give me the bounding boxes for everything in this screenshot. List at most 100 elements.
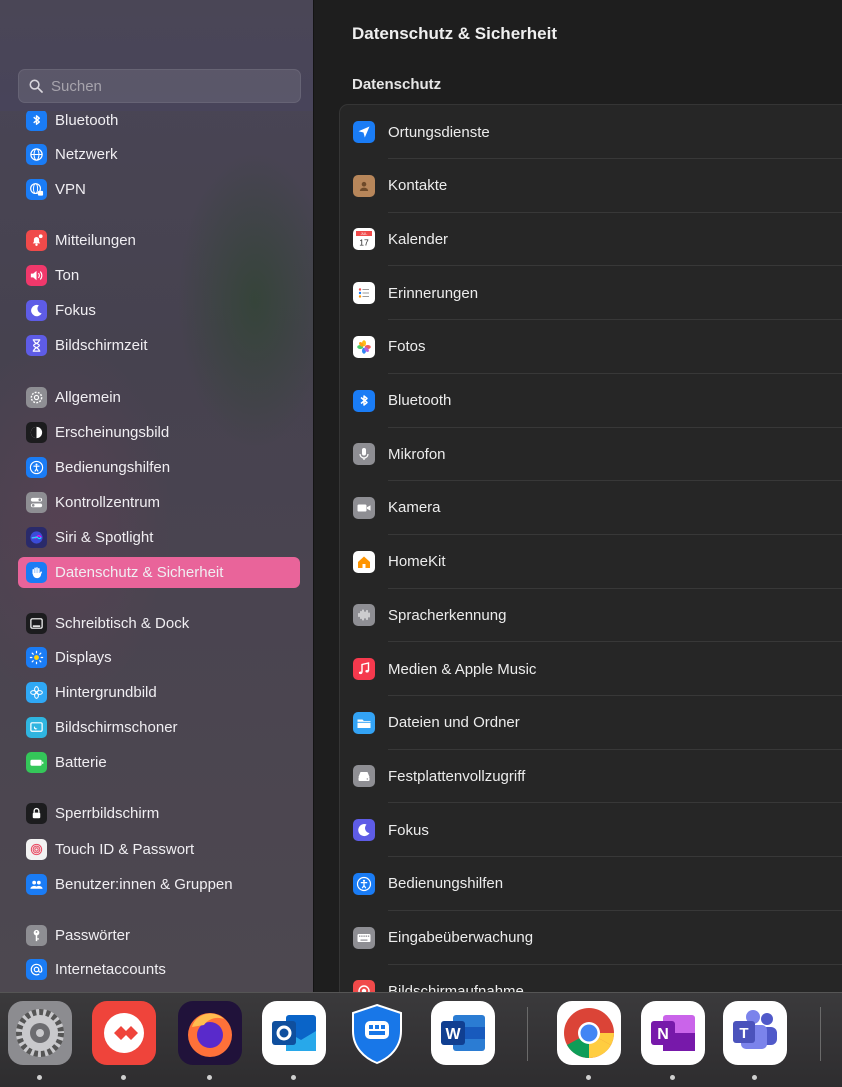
sidebar-item-label: Sperrbildschirm	[55, 805, 160, 822]
folder-icon	[353, 711, 375, 734]
waveform-icon	[353, 604, 375, 627]
fingerprint-icon	[26, 839, 47, 860]
outlook-icon[interactable]	[262, 1001, 326, 1065]
privacy-row-label: Kamera	[388, 499, 441, 517]
music-note-icon	[353, 658, 375, 680]
speaker-icon	[26, 265, 47, 286]
sidebar-item-touch-id-passwort[interactable]: Touch ID & Passwort	[18, 834, 300, 865]
sidebar-item-bildschirmschoner[interactable]: Bildschirmschoner	[18, 712, 300, 743]
sidebar-item-label: Benutzer:innen & Gruppen	[55, 876, 233, 893]
running-indicator	[586, 1075, 591, 1080]
sidebar-item-schreibtisch-dock[interactable]: Schreibtisch & Dock	[18, 608, 300, 639]
sidebar-item-datenschutz-sicherheit[interactable]: Datenschutz & Sicherheit	[18, 557, 300, 588]
users-icon	[26, 874, 47, 895]
privacy-row-dateien-und-ordner[interactable]: Dateien und Ordner	[340, 696, 842, 750]
sidebar-item-label: Internetaccounts	[55, 961, 166, 978]
sidebar-item-benutzer-innen-gruppen[interactable]: Benutzer:innen & Gruppen	[18, 869, 300, 900]
system-settings-icon[interactable]	[8, 1001, 72, 1065]
running-indicator	[752, 1075, 757, 1080]
gear-icon	[26, 387, 47, 408]
privacy-row-erinnerungen[interactable]: Erinnerungen	[340, 266, 842, 321]
sidebar-item-siri-spotlight[interactable]: Siri & Spotlight	[18, 522, 300, 553]
sidebar-item-vpn[interactable]: VPN	[18, 174, 300, 205]
sidebar-item-hintergrundbild[interactable]: Hintergrundbild	[18, 677, 300, 708]
privacy-row-homekit[interactable]: HomeKit	[340, 535, 842, 589]
privacy-row-label: Spracherkennung	[388, 606, 507, 624]
search-input[interactable]	[49, 76, 293, 96]
sidebar-item-batterie[interactable]: Batterie	[18, 747, 300, 778]
shield-app-icon[interactable]	[345, 1001, 409, 1065]
bell-icon	[26, 230, 47, 251]
onenote-icon[interactable]: N	[641, 1001, 705, 1065]
privacy-row-bildschirmaufnahme[interactable]: Bildschirmaufnahme	[340, 964, 842, 992]
privacy-row-kamera[interactable]: Kamera	[340, 481, 842, 535]
privacy-row-label: Kalender	[388, 230, 449, 248]
search-field[interactable]	[18, 69, 301, 103]
privacy-row-mikrofon[interactable]: Mikrofon	[340, 427, 842, 482]
privacy-row-label: Ortungsdienste	[388, 123, 490, 141]
moon-icon	[26, 300, 47, 321]
privacy-row-label: Dateien und Ordner	[388, 714, 520, 732]
sidebar-item-sperrbildschirm[interactable]: Sperrbildschirm	[18, 798, 300, 829]
sidebar-item-bedienungshilfen[interactable]: Bedienungshilfen	[18, 452, 300, 483]
sidebar-item-label: Mitteilungen	[55, 232, 136, 249]
sidebar-item-fokus[interactable]: Fokus	[18, 295, 300, 326]
sidebar-item-allgemein[interactable]: Allgemein	[18, 382, 300, 413]
privacy-row-label: Bluetooth	[388, 392, 452, 409]
sidebar-item-passwörter[interactable]: Passwörter	[18, 920, 300, 951]
sidebar-item-label: Bildschirmzeit	[55, 337, 148, 354]
word-icon[interactable]: W	[431, 1001, 495, 1065]
running-indicator	[207, 1075, 212, 1080]
svg-text:N: N	[657, 1026, 669, 1043]
settings-window: Bluetooth Netzwerk VPN Mitteilungen Ton Fokus…	[0, 0, 842, 992]
privacy-row-medien-apple-music[interactable]: Medien & Apple Music	[340, 642, 842, 696]
privacy-row-label: Festplattenvollzugriff	[388, 767, 526, 785]
location-arrow-icon	[353, 121, 375, 143]
svg-text:W: W	[445, 1026, 461, 1043]
teams-icon[interactable]: T	[723, 1001, 787, 1065]
hand-icon	[26, 562, 47, 583]
sidebar-item-netzwerk[interactable]: Netzwerk	[18, 139, 300, 170]
privacy-row-bluetooth[interactable]: Bluetooth	[340, 374, 842, 428]
sidebar-item-kontrollzentrum[interactable]: Kontrollzentrum	[18, 487, 300, 518]
sidebar-item-label: Siri & Spotlight	[55, 529, 154, 546]
sidebar-item-label: Passwörter	[55, 927, 131, 944]
bluetooth-icon	[26, 110, 47, 131]
firefox-icon[interactable]	[178, 1001, 242, 1065]
running-indicator	[670, 1075, 675, 1080]
privacy-row-kontakte[interactable]: Kontakte	[340, 159, 842, 213]
privacy-row-spracherkennung[interactable]: Spracherkennung	[340, 588, 842, 643]
running-indicator	[291, 1075, 296, 1080]
accessibility-icon	[26, 457, 47, 478]
privacy-row-bedienungshilfen[interactable]: Bedienungshilfen	[340, 857, 842, 911]
sidebar-item-erscheinungsbild[interactable]: Erscheinungsbild	[18, 417, 300, 448]
privacy-row-eingabeüberwachung[interactable]: Eingabeüberwachung	[340, 911, 842, 965]
sidebar-item-label: Datenschutz & Sicherheit	[55, 564, 224, 581]
dock-icon	[26, 613, 47, 634]
sidebar-item-bildschirmzeit[interactable]: Bildschirmzeit	[18, 330, 300, 361]
key-icon	[26, 925, 47, 946]
privacy-row-kalender[interactable]: JUL 17 Kalender	[340, 212, 842, 267]
privacy-row-fokus[interactable]: Fokus	[340, 803, 842, 858]
sidebar-item-label: Kontrollzentrum	[55, 494, 161, 511]
privacy-row-festplattenvollzugriff[interactable]: Festplattenvollzugriff	[340, 749, 842, 804]
at-icon	[26, 959, 47, 980]
sidebar-item-mitteilungen[interactable]: Mitteilungen	[18, 225, 300, 256]
page-title: Datenschutz & Sicherheit	[352, 24, 557, 43]
camera-icon	[353, 496, 375, 519]
sun-icon	[26, 647, 47, 668]
sidebar-item-ton[interactable]: Ton	[18, 260, 300, 291]
appearance-icon	[26, 422, 47, 443]
privacy-row-label: Fotos	[388, 338, 426, 356]
privacy-row-fotos[interactable]: Fotos	[340, 320, 842, 374]
privacy-row-ortungsdienste[interactable]: Ortungsdienste	[340, 105, 842, 159]
flower-icon	[26, 682, 47, 703]
privacy-row-label: Bedienungshilfen	[388, 875, 504, 893]
sidebar-item-internetaccounts[interactable]: Internetaccounts	[18, 954, 300, 985]
moon-icon	[353, 819, 375, 842]
sidebar-item-label: Displays	[55, 649, 112, 666]
chrome-icon[interactable]	[557, 1001, 621, 1065]
sidebar-item-displays[interactable]: Displays	[18, 642, 300, 673]
anydesk-icon[interactable]	[92, 1001, 156, 1065]
sidebar-item-label: VPN	[55, 181, 86, 198]
